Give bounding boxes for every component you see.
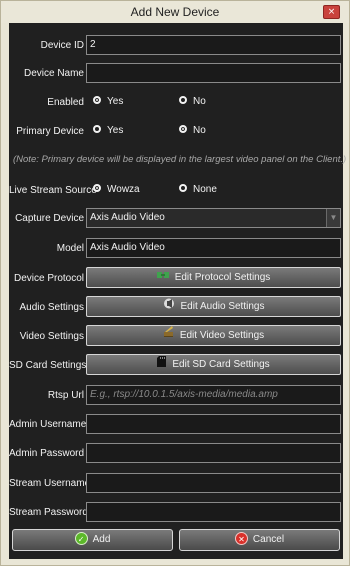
admin-password-field[interactable] (86, 443, 341, 463)
device-id-field[interactable]: 2 (86, 35, 341, 55)
stream-none-radio[interactable]: None (179, 183, 217, 197)
primary-no-radio[interactable]: No (179, 124, 206, 138)
model-label: Model (56, 243, 84, 254)
cancel-icon: ✕ (234, 531, 248, 545)
rtsp-url-label: Rtsp Url (47, 390, 84, 401)
chevron-down-icon[interactable]: ▼ (326, 209, 340, 227)
rtsp-url-field[interactable]: E.g., rtsp://10.0.1.5/axis-media/media.a… (86, 385, 341, 405)
stream-wowza-radio[interactable]: Wowza (93, 183, 140, 197)
radio-selected-icon (179, 125, 187, 134)
device-protocol-label: Device Protocol (13, 273, 84, 284)
capture-device-select[interactable]: Axis Audio Video ▼ (86, 208, 341, 228)
audio-icon (163, 297, 175, 316)
primary-yes-label: Yes (107, 125, 124, 136)
enabled-no-label: No (193, 96, 206, 107)
window-title: Add New Device (130, 5, 220, 19)
enabled-yes-radio[interactable]: Yes (93, 95, 123, 109)
stream-password-label: Stream Password (9, 507, 88, 518)
protocol-icon (156, 268, 169, 287)
stream-username-field[interactable] (86, 473, 341, 493)
edit-audio-settings-label: Edit Audio Settings (180, 301, 265, 312)
primary-device-label: Primary Device (16, 126, 84, 137)
edit-video-settings-button[interactable]: Edit Video Settings (86, 325, 341, 346)
device-id-label: Device ID (40, 40, 84, 51)
stream-wowza-label: Wowza (107, 184, 140, 195)
device-name-label: Device Name (23, 68, 84, 79)
capture-device-value: Axis Audio Video (90, 212, 165, 223)
video-icon (163, 326, 174, 345)
edit-sd-card-settings-label: Edit SD Card Settings (172, 359, 270, 370)
audio-settings-label: Audio Settings (19, 302, 85, 313)
enabled-no-radio[interactable]: No (179, 95, 206, 109)
form-panel: Device ID 2 Device Name Enabled Yes No P… (9, 23, 347, 559)
primary-yes-radio[interactable]: Yes (93, 124, 123, 138)
stream-password-field[interactable] (86, 502, 341, 522)
primary-no-label: No (193, 125, 206, 136)
title-bar: Add New Device × (1, 1, 349, 23)
add-new-device-dialog: Add New Device × Device ID 2 Device Name… (0, 0, 350, 566)
admin-username-field[interactable] (86, 414, 341, 434)
edit-protocol-settings-button[interactable]: Edit Protocol Settings (86, 267, 341, 288)
sd-card-icon (157, 355, 167, 374)
model-field[interactable]: Axis Audio Video (86, 238, 341, 258)
stream-username-label: Stream Username (9, 478, 91, 489)
edit-sd-card-settings-button[interactable]: Edit SD Card Settings (86, 354, 341, 375)
edit-audio-settings-button[interactable]: Edit Audio Settings (86, 296, 341, 317)
stream-none-label: None (193, 184, 217, 195)
enabled-label: Enabled (47, 97, 84, 108)
radio-unselected-icon (179, 184, 187, 193)
capture-device-label: Capture Device (15, 213, 84, 224)
sd-card-settings-label: SD Card Settings (9, 360, 87, 371)
radio-selected-icon (93, 96, 101, 105)
primary-device-note: (Note: Primary device will be displayed … (13, 154, 347, 165)
edit-protocol-settings-label: Edit Protocol Settings (174, 272, 271, 283)
add-button-label: Add (92, 534, 111, 545)
radio-unselected-icon (179, 96, 187, 105)
video-settings-label: Video Settings (19, 331, 84, 342)
cancel-button-label: Cancel (252, 534, 285, 545)
enabled-yes-label: Yes (107, 96, 124, 107)
cancel-button[interactable]: ✕ Cancel (179, 529, 340, 551)
close-button[interactable]: × (323, 5, 340, 19)
radio-selected-icon (93, 184, 101, 193)
admin-username-label: Admin Username (9, 419, 87, 430)
admin-password-label: Admin Password (9, 448, 85, 459)
add-button[interactable]: ✓ Add (12, 529, 173, 551)
check-icon: ✓ (74, 531, 88, 545)
live-stream-source-label: Live Stream Source (9, 185, 97, 196)
radio-unselected-icon (93, 125, 101, 134)
edit-video-settings-label: Edit Video Settings (179, 330, 265, 341)
device-name-field[interactable] (86, 63, 341, 83)
